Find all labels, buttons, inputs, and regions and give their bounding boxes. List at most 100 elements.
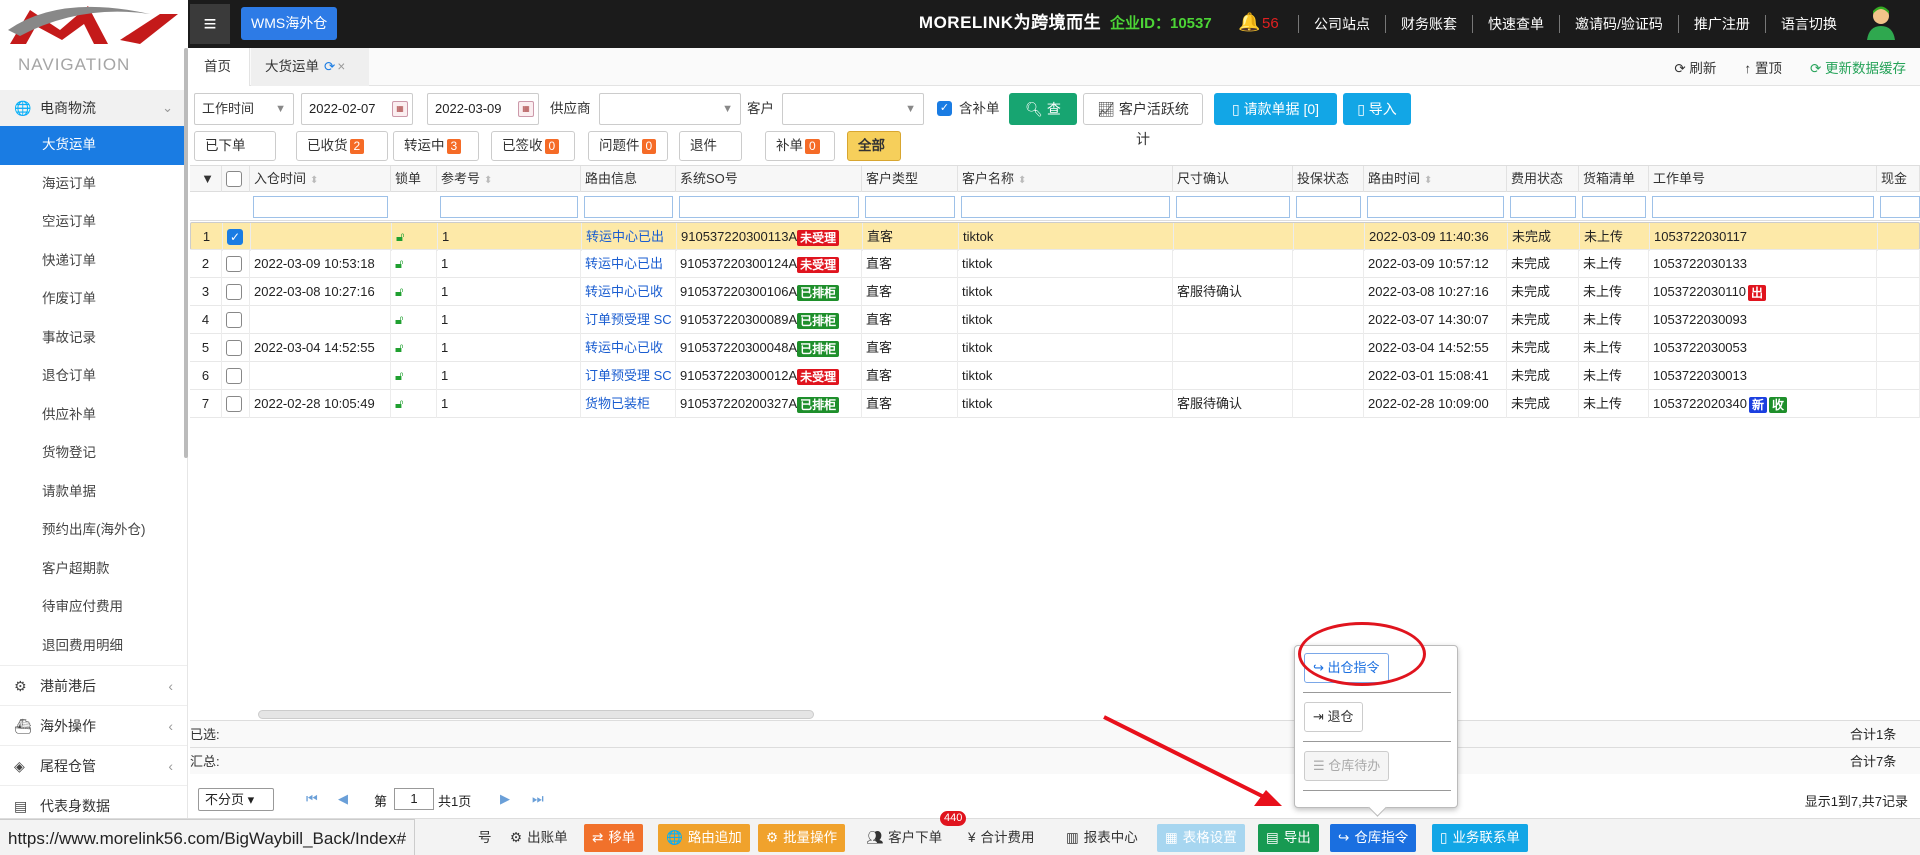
sidebar-group-lastmile[interactable]: ◈ 尾程仓管 ‹	[0, 745, 187, 785]
col-in-time[interactable]: 入仓时间 ⬍	[250, 166, 391, 192]
customer-order-button[interactable]: 👥︎ 客户下单	[858, 824, 950, 852]
sidebar-item-pending-payables[interactable]: 待审应付费用	[0, 588, 187, 627]
row-checkbox[interactable]	[226, 367, 242, 384]
row-checkbox-cell[interactable]: ✓	[223, 223, 251, 251]
calendar-icon[interactable]: ▦	[518, 101, 534, 117]
tab-home[interactable]: 首页	[190, 48, 250, 86]
cell-route[interactable]: 订单预受理 SC	[581, 306, 676, 334]
update-cache-button[interactable]: ⟳ 更新数据缓存	[1810, 57, 1906, 77]
sidebar-item-refund-details[interactable]: 退回费用明细	[0, 627, 187, 666]
row-checkbox[interactable]	[226, 339, 242, 356]
sort-icon[interactable]: ⬍	[310, 175, 318, 186]
status-supplement-button[interactable]: 补单 0	[765, 131, 835, 161]
notification-count[interactable]: 56	[1262, 0, 1279, 48]
sidebar-item-incident-log[interactable]: 事故记录	[0, 319, 187, 358]
customer-stats-button[interactable]: 📈︎ 客户活跃统计	[1083, 93, 1203, 147]
unlock-icon[interactable]: 🔓︎	[395, 340, 403, 355]
sort-icon[interactable]: ⬍	[484, 175, 492, 186]
cell-route[interactable]: 转运中心已收	[581, 278, 676, 306]
next-page-icon[interactable]: ▶	[500, 791, 510, 807]
return-warehouse-button[interactable]: ⇥ 退仓	[1304, 702, 1363, 732]
row-checkbox-cell[interactable]	[222, 334, 250, 362]
nav-promo-register[interactable]: 推广注册	[1679, 14, 1765, 34]
table-row[interactable]: 5 2022-03-04 14:52:55 🔓︎ 1 转运中心已收 91053722030…	[190, 334, 1920, 362]
sidebar-item-void-orders[interactable]: 作废订单	[0, 280, 187, 319]
sidebar-item-sea-orders[interactable]: 海运订单	[0, 165, 187, 204]
status-problem-button[interactable]: 问题件 0	[588, 131, 668, 161]
date-from-input[interactable]: 2022-02-07 ▦	[301, 93, 413, 125]
col-ref[interactable]: 参考号 ⬍	[437, 166, 581, 192]
cell-lock[interactable]: 🔓︎	[391, 334, 437, 362]
sidebar-item-supplier-supplement[interactable]: 供应补单	[0, 396, 187, 435]
table-row[interactable]: 4 🔓︎ 1 订单预受理 SC 910537220300089A 已排柜 直客 tiktok 2…	[190, 306, 1920, 334]
status-signed-button[interactable]: 已签收 0	[491, 131, 575, 161]
bell-icon[interactable]: 🔔	[1238, 12, 1260, 33]
sidebar-item-payment-requests[interactable]: 请款单据	[0, 473, 187, 512]
prev-page-icon[interactable]: ◀	[338, 791, 348, 807]
total-fee-button[interactable]: ¥ 合计费用	[960, 824, 1043, 852]
refresh-button[interactable]: ⟳ 刷新	[1674, 57, 1716, 77]
sidebar-item-booking-outbound[interactable]: 预约出库(海外仓)	[0, 511, 187, 550]
unlock-icon[interactable]: 🔓︎	[395, 368, 403, 383]
row-checkbox-cell[interactable]	[222, 306, 250, 334]
route-append-button[interactable]: 🌐 路由追加	[658, 824, 750, 852]
col-box[interactable]: 货箱清单	[1579, 166, 1649, 192]
row-checkbox-cell[interactable]	[222, 278, 250, 306]
pin-top-button[interactable]: ↑ 置顶	[1744, 57, 1782, 77]
refresh-icon[interactable]: ⟳	[324, 59, 335, 74]
warehouse-command-button[interactable]: ↪ 仓库指令	[1330, 824, 1417, 852]
sidebar-group-data[interactable]: ▤ 代表身数据	[0, 785, 187, 818]
warehouse-todo-button[interactable]: ☰ 仓库待办	[1304, 751, 1390, 781]
tab-bulk-waybill[interactable]: 大货运单 ⟳ ×	[251, 48, 369, 86]
cell-lock[interactable]: 🔓︎	[391, 362, 437, 390]
unlock-icon[interactable]: 🔓︎	[395, 312, 403, 327]
filter-icon[interactable]: ▼	[190, 166, 222, 192]
filter-customer-type-input[interactable]	[865, 196, 955, 218]
include-supplement-checkbox[interactable]: ✓	[937, 101, 952, 116]
nav-language-switch[interactable]: 语言切换	[1766, 14, 1852, 34]
close-icon[interactable]: ×	[337, 59, 345, 74]
cell-lock[interactable]: 🔓︎	[391, 306, 437, 334]
business-contact-button[interactable]: ▯ 业务联系单	[1432, 824, 1528, 852]
cell-lock[interactable]: 🔓︎	[392, 223, 438, 251]
row-checkbox[interactable]	[226, 395, 242, 412]
move-order-button[interactable]: ⇄ 移单	[584, 824, 644, 852]
filter-fee-input[interactable]	[1510, 196, 1576, 218]
col-route[interactable]: 路由信息	[581, 166, 676, 192]
col-insure[interactable]: 投保状态	[1293, 166, 1364, 192]
sidebar-group-ecommerce[interactable]: 🌐 电商物流 ⌄	[0, 90, 187, 126]
unlock-icon[interactable]: 🔓︎	[395, 256, 403, 271]
supplier-select[interactable]: ▼	[599, 93, 741, 125]
select-all-checkbox-cell[interactable]	[222, 166, 250, 192]
first-page-icon[interactable]: ⏮	[306, 791, 318, 807]
table-row[interactable]: 7 2022-02-28 10:05:49 🔓︎ 1 货物已装柜 910537220200…	[190, 390, 1920, 418]
menu-toggle-button[interactable]: ≡	[190, 4, 230, 44]
cell-route[interactable]: 转运中心已出	[582, 223, 677, 251]
sidebar-item-overdue-customers[interactable]: 客户超期款	[0, 550, 187, 589]
filter-route-time-input[interactable]	[1367, 196, 1504, 218]
horizontal-scrollbar[interactable]	[258, 710, 814, 719]
select-all-checkbox[interactable]	[226, 170, 242, 187]
statement-button[interactable]: ⚙ 出账单	[502, 824, 576, 852]
cell-route[interactable]: 转运中心已出	[581, 250, 676, 278]
filter-route-input[interactable]	[584, 196, 673, 218]
col-cash[interactable]: 现金	[1877, 166, 1920, 192]
report-center-button[interactable]: ▥ 报表中心	[1058, 824, 1146, 852]
status-received-button[interactable]: 已收货 2	[296, 131, 388, 161]
table-settings-button[interactable]: ▦ 表格设置	[1157, 824, 1245, 852]
payment-request-button[interactable]: ▯ 请款单据 [0]	[1214, 93, 1337, 125]
table-row[interactable]: 3 2022-03-08 10:27:16 🔓︎ 1 转运中心已收 91053722030…	[190, 278, 1920, 306]
filter-in-time-input[interactable]	[253, 196, 388, 218]
sidebar-scrollbar[interactable]	[184, 48, 188, 458]
filter-customer-name-input[interactable]	[961, 196, 1170, 218]
import-button[interactable]: ▯ 导入	[1343, 93, 1411, 125]
time-type-select[interactable]: 工作时间 ▼	[194, 93, 294, 125]
sort-icon[interactable]: ⬍	[1424, 175, 1432, 186]
unlock-icon[interactable]: 🔓︎	[395, 284, 403, 299]
row-checkbox[interactable]	[226, 255, 242, 272]
col-fee[interactable]: 费用状态	[1507, 166, 1579, 192]
sidebar-group-overseas[interactable]: ⛴ 海外操作 ‹	[0, 705, 187, 745]
sidebar-item-express-orders[interactable]: 快递订单	[0, 242, 187, 281]
unlock-icon[interactable]: 🔓︎	[395, 396, 403, 411]
filter-box-input[interactable]	[1582, 196, 1646, 218]
